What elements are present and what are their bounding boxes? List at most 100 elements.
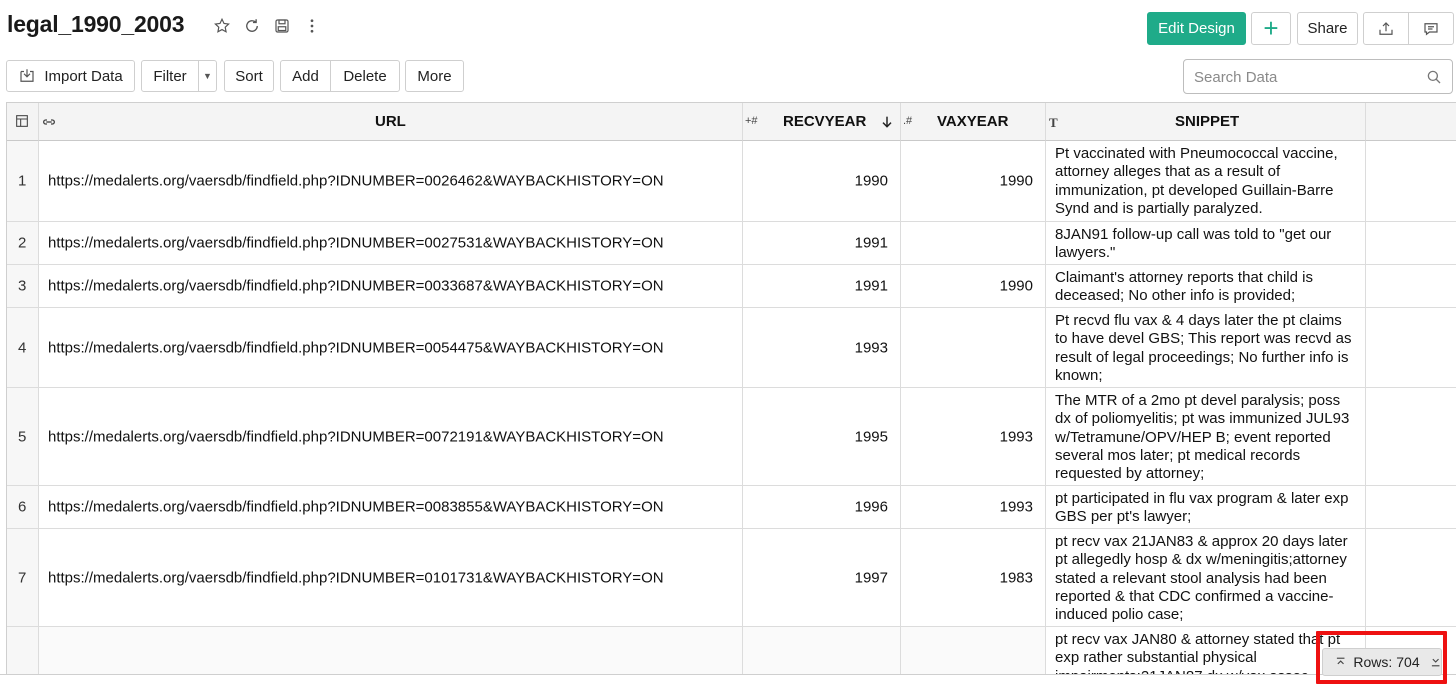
- recvyear-cell[interactable]: 1997: [743, 529, 901, 627]
- empty-cell: [1366, 141, 1456, 222]
- decimal-type-label: .#: [903, 115, 913, 127]
- column-header-label: RECVYEAR: [783, 113, 867, 130]
- add-new-button[interactable]: +: [1251, 12, 1291, 45]
- empty-cell: [1366, 388, 1456, 486]
- import-icon: [20, 69, 34, 82]
- recvyear-cell[interactable]: 1991: [743, 265, 901, 308]
- vaxyear-cell[interactable]: [901, 627, 1046, 674]
- url-cell[interactable]: https://medalerts.org/vaersdb/findfield.…: [39, 265, 743, 308]
- table-row[interactable]: 6 https://medalerts.org/vaersdb/findfiel…: [7, 486, 1456, 529]
- table-row[interactable]: 3 https://medalerts.org/vaersdb/findfiel…: [7, 265, 1456, 308]
- empty-cell: [1366, 486, 1456, 529]
- recvyear-cell[interactable]: 1993: [743, 308, 901, 388]
- page-title: legal_1990_2003: [7, 11, 185, 37]
- share-button[interactable]: Share: [1297, 12, 1358, 45]
- table-row[interactable]: 1 https://medalerts.org/vaersdb/findfiel…: [7, 141, 1456, 222]
- url-cell[interactable]: https://medalerts.org/vaersdb/findfield.…: [39, 486, 743, 529]
- star-icon[interactable]: [212, 16, 232, 36]
- toolbar: Import Data Filter ▼ Sort Add Delete Mor…: [0, 58, 1456, 96]
- more-button[interactable]: More: [405, 60, 464, 92]
- edit-design-button[interactable]: Edit Design: [1147, 12, 1246, 45]
- vaxyear-cell[interactable]: 1990: [901, 265, 1046, 308]
- highlight-box: [1316, 631, 1447, 684]
- caret-down-icon: ▼: [203, 71, 212, 81]
- search-input[interactable]: [1194, 66, 1419, 88]
- url-cell[interactable]: [39, 627, 743, 674]
- link-icon: [41, 114, 57, 134]
- column-header-label: URL: [375, 113, 406, 130]
- column-settings-icon: [14, 113, 30, 133]
- empty-cell: [1366, 222, 1456, 265]
- row-number: 1: [7, 141, 39, 222]
- delete-button[interactable]: Delete: [330, 60, 400, 92]
- snippet-cell[interactable]: Pt vaccinated with Pneumococcal vaccine,…: [1046, 141, 1366, 222]
- sort-descending-icon[interactable]: [879, 114, 895, 134]
- snippet-cell[interactable]: Claimant's attorney reports that child i…: [1046, 265, 1366, 308]
- vaxyear-cell[interactable]: 1993: [901, 486, 1046, 529]
- row-number: 2: [7, 222, 39, 265]
- import-data-label: Import Data: [44, 67, 123, 85]
- header: legal_1990_2003 Edit Design + Share: [0, 0, 1456, 56]
- snippet-cell[interactable]: 8JAN91 follow-up call was told to "get o…: [1046, 222, 1366, 265]
- save-icon[interactable]: [272, 16, 292, 36]
- empty-cell: [1366, 308, 1456, 388]
- snippet-cell[interactable]: The MTR of a 2mo pt devel paralysis; pos…: [1046, 388, 1366, 486]
- comments-button[interactable]: [1408, 12, 1454, 45]
- table-row[interactable]: 2 https://medalerts.org/vaersdb/findfiel…: [7, 222, 1456, 265]
- url-cell[interactable]: https://medalerts.org/vaersdb/findfield.…: [39, 388, 743, 486]
- recvyear-cell[interactable]: 1996: [743, 486, 901, 529]
- row-number: 5: [7, 388, 39, 486]
- search-box: [1183, 59, 1453, 94]
- snippet-cell[interactable]: pt participated in flu vax program & lat…: [1046, 486, 1366, 529]
- empty-cell: [1366, 529, 1456, 627]
- sort-button[interactable]: Sort: [224, 60, 274, 92]
- column-settings-cell[interactable]: [7, 103, 39, 141]
- recvyear-cell[interactable]: 1990: [743, 141, 901, 222]
- table-header-row: URL +# RECVYEAR .# VAXYEAR T SNIPPET: [7, 103, 1456, 141]
- refresh-icon[interactable]: [242, 16, 262, 36]
- snippet-cell[interactable]: Pt recvd flu vax & 4 days later the pt c…: [1046, 308, 1366, 388]
- title-actions: [212, 16, 322, 36]
- table-row[interactable]: 4 https://medalerts.org/vaersdb/findfiel…: [7, 308, 1456, 388]
- import-data-button[interactable]: Import Data: [6, 60, 135, 92]
- table-row[interactable]: 5 https://medalerts.org/vaersdb/findfiel…: [7, 388, 1456, 486]
- row-number: 4: [7, 308, 39, 388]
- comment-icon: [1424, 22, 1438, 35]
- snippet-cell[interactable]: pt recv vax 21JAN83 & approx 20 days lat…: [1046, 529, 1366, 627]
- column-header-recvyear[interactable]: +# RECVYEAR: [743, 103, 901, 141]
- add-button[interactable]: Add: [280, 60, 331, 92]
- url-cell[interactable]: https://medalerts.org/vaersdb/findfield.…: [39, 222, 743, 265]
- table-row[interactable]: 7 https://medalerts.org/vaersdb/findfiel…: [7, 529, 1456, 627]
- recvyear-cell[interactable]: [743, 627, 901, 674]
- row-number: 6: [7, 486, 39, 529]
- text-type-label: T: [1049, 115, 1058, 130]
- vaxyear-cell[interactable]: 1993: [901, 388, 1046, 486]
- data-table: URL +# RECVYEAR .# VAXYEAR T SNIPPET 1 h…: [6, 102, 1456, 674]
- empty-cell: [1366, 265, 1456, 308]
- bottom-bar: [0, 674, 1456, 688]
- column-header-snippet[interactable]: T SNIPPET: [1046, 103, 1366, 141]
- vaxyear-cell[interactable]: [901, 222, 1046, 265]
- url-cell[interactable]: https://medalerts.org/vaersdb/findfield.…: [39, 141, 743, 222]
- column-header-vaxyear[interactable]: .# VAXYEAR: [901, 103, 1046, 141]
- row-number: [7, 627, 39, 674]
- column-header-url[interactable]: URL: [39, 103, 743, 141]
- vaxyear-cell[interactable]: 1990: [901, 141, 1046, 222]
- vaxyear-cell[interactable]: [901, 308, 1046, 388]
- url-cell[interactable]: https://medalerts.org/vaersdb/findfield.…: [39, 529, 743, 627]
- more-vertical-icon[interactable]: [302, 16, 322, 36]
- row-number: 7: [7, 529, 39, 627]
- column-header-label: VAXYEAR: [937, 113, 1009, 130]
- table-row[interactable]: pt recv vax JAN80 & attorney stated that…: [7, 627, 1456, 674]
- export-button[interactable]: [1363, 12, 1409, 45]
- column-header-empty: [1366, 103, 1456, 141]
- number-type-label: +#: [745, 115, 758, 127]
- vaxyear-cell[interactable]: 1983: [901, 529, 1046, 627]
- url-cell[interactable]: https://medalerts.org/vaersdb/findfield.…: [39, 308, 743, 388]
- filter-dropdown-button[interactable]: ▼: [198, 60, 217, 92]
- recvyear-cell[interactable]: 1995: [743, 388, 901, 486]
- search-icon[interactable]: [1425, 68, 1443, 86]
- column-header-label: SNIPPET: [1175, 113, 1240, 130]
- recvyear-cell[interactable]: 1991: [743, 222, 901, 265]
- filter-button[interactable]: Filter: [141, 60, 199, 92]
